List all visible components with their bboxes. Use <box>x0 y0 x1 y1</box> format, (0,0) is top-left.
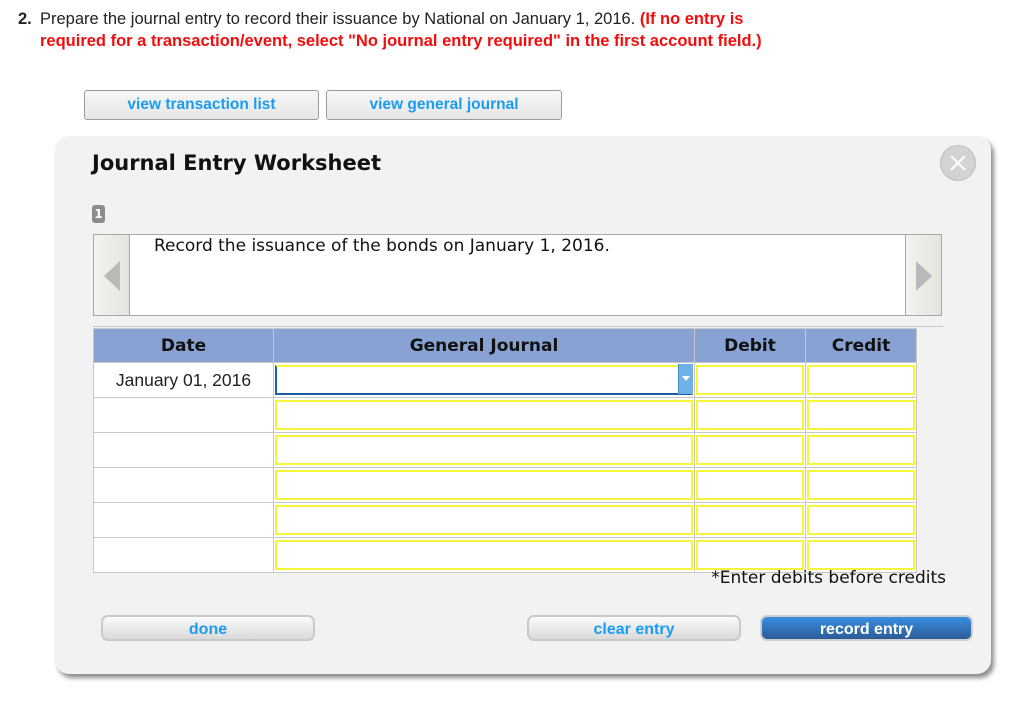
table-row <box>93 432 917 468</box>
question-note-part2: required for a transaction/event, select… <box>40 32 762 50</box>
debit-input[interactable] <box>696 400 804 430</box>
account-cell <box>273 502 695 538</box>
header-credit: Credit <box>805 328 917 363</box>
close-icon <box>950 155 966 171</box>
debit-cell <box>694 502 806 538</box>
credit-cell <box>805 467 917 503</box>
account-select[interactable] <box>275 400 693 430</box>
credit-cell <box>805 397 917 433</box>
date-cell <box>93 397 274 433</box>
table-row <box>93 502 917 538</box>
debit-cell <box>694 432 806 468</box>
date-cell <box>93 502 274 538</box>
credit-input[interactable] <box>807 435 915 465</box>
debit-cell <box>694 362 806 398</box>
debit-input[interactable] <box>696 470 804 500</box>
credit-cell <box>805 432 917 468</box>
clear-entry-button[interactable]: clear entry <box>527 615 741 641</box>
debit-cell <box>694 397 806 433</box>
account-cell <box>273 467 695 503</box>
account-select[interactable] <box>275 540 693 570</box>
credit-input[interactable] <box>807 470 915 500</box>
worksheet-title: Journal Entry Worksheet <box>92 151 382 175</box>
question-note-part1: (If no entry is <box>639 10 744 28</box>
done-button[interactable]: done <box>101 615 315 641</box>
header-debit: Debit <box>694 328 806 363</box>
divider <box>93 326 943 327</box>
next-step-button[interactable] <box>905 234 942 316</box>
account-cell <box>273 537 695 573</box>
table-row <box>93 397 917 433</box>
debits-before-credits-hint: *Enter debits before credits <box>711 568 946 588</box>
step-badge: 1 <box>92 205 105 223</box>
header-date: Date <box>93 328 274 363</box>
credit-input[interactable] <box>807 400 915 430</box>
record-entry-button[interactable]: record entry <box>760 615 973 641</box>
credit-input[interactable] <box>807 540 915 570</box>
credit-input[interactable] <box>807 505 915 535</box>
credit-cell <box>805 362 917 398</box>
journal-entry-worksheet-panel: Journal Entry Worksheet 1 Record the iss… <box>55 136 991 674</box>
triangle-left-icon <box>104 261 120 291</box>
debit-input[interactable] <box>696 435 804 465</box>
close-button[interactable] <box>940 145 976 181</box>
prompt-text: Record the issuance of the bonds on Janu… <box>154 236 610 256</box>
date-cell: January 01, 2016 <box>93 362 274 398</box>
date-cell <box>93 432 274 468</box>
table-row <box>93 467 917 503</box>
account-select[interactable] <box>275 470 693 500</box>
account-select[interactable] <box>275 505 693 535</box>
header-general-journal: General Journal <box>273 328 695 363</box>
account-select[interactable] <box>275 435 693 465</box>
debit-input[interactable] <box>696 365 804 395</box>
account-dropdown-button[interactable] <box>678 364 693 394</box>
question-text: Prepare the journal entry to record thei… <box>40 10 636 28</box>
view-transaction-list-button[interactable]: view transaction list <box>84 90 319 120</box>
account-cell <box>273 397 695 433</box>
chevron-down-icon <box>682 376 690 381</box>
triangle-right-icon <box>916 261 932 291</box>
debit-input[interactable] <box>696 540 804 570</box>
table-row: January 01, 2016 <box>93 362 917 398</box>
debit-cell <box>694 467 806 503</box>
question-prompt: 2. Prepare the journal entry to record th… <box>18 8 998 52</box>
journal-table: Date General Journal Debit Credit Januar… <box>93 328 917 573</box>
credit-cell <box>805 502 917 538</box>
credit-input[interactable] <box>807 365 915 395</box>
date-cell <box>93 467 274 503</box>
account-cell <box>273 432 695 468</box>
debit-input[interactable] <box>696 505 804 535</box>
view-general-journal-button[interactable]: view general journal <box>326 90 562 120</box>
date-cell <box>93 537 274 573</box>
account-cell <box>273 362 695 398</box>
previous-step-button[interactable] <box>93 234 130 316</box>
table-header-row: Date General Journal Debit Credit <box>93 328 917 363</box>
account-select[interactable] <box>275 365 693 395</box>
question-number: 2. <box>18 10 32 28</box>
